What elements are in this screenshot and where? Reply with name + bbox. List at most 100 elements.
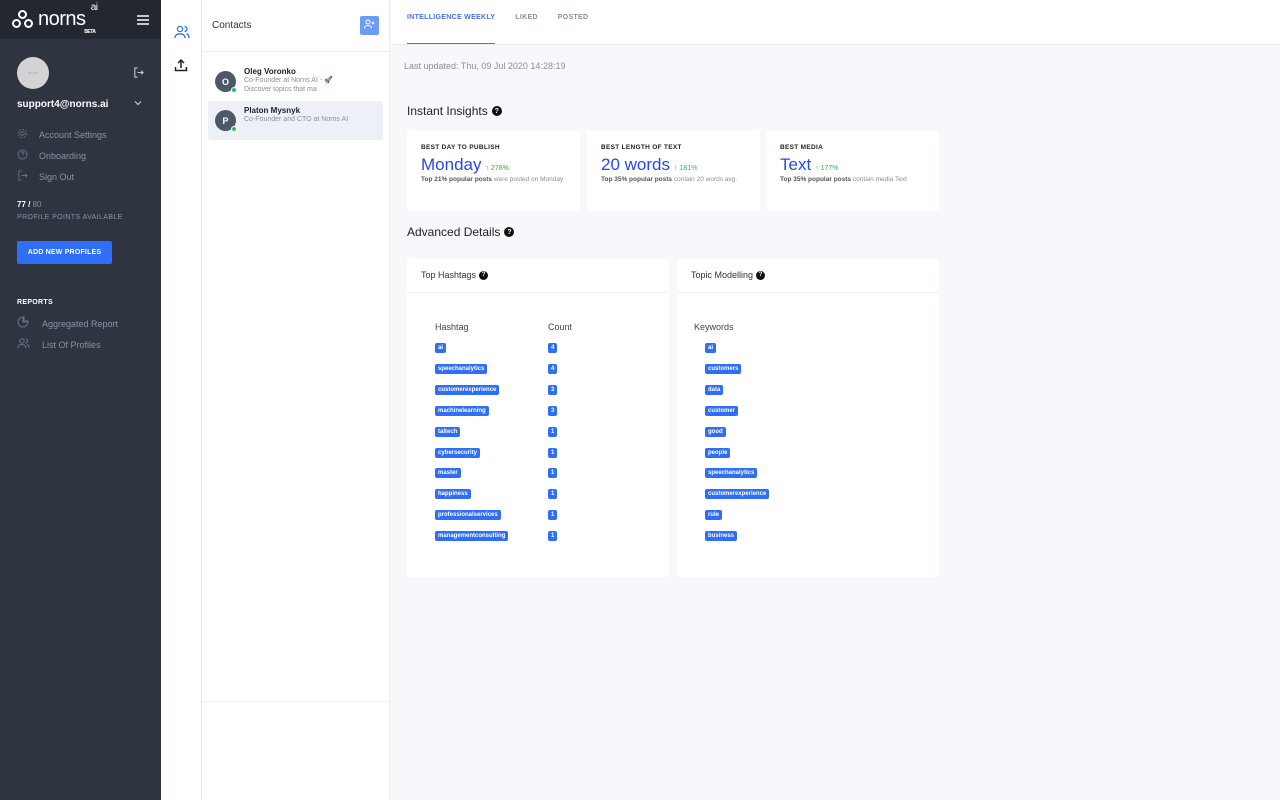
contact-item[interactable]: P Platon Mysnyk Co-Founder and CTO at No… (208, 101, 383, 140)
add-contact-button[interactable] (360, 16, 379, 35)
keyword-badge[interactable]: good (705, 426, 726, 437)
count-badge: 3 (548, 384, 558, 395)
top-hashtags-panel: Top Hashtags ? Hashtag Count ai 4 speechan… (407, 258, 669, 577)
brand-name: norns (38, 8, 86, 30)
card-value: 20 words (601, 155, 670, 174)
desc-bold: Top 21% popular posts (421, 176, 493, 183)
contacts-panel: Contacts O Oleg Voronko Co-Founder at No… (202, 0, 390, 800)
contact-avatar: P (215, 110, 237, 132)
tab-liked[interactable]: LIKED (515, 0, 538, 44)
hashtag-badge[interactable]: ai (435, 343, 447, 353)
hashtag-badge[interactable]: managementconsulting (435, 531, 509, 542)
menu-onboarding[interactable]: Onboarding (17, 145, 107, 166)
menu-aggregated-report[interactable]: Aggregated Report (17, 313, 118, 334)
menu-list-of-profiles[interactable]: List Of Profiles (17, 334, 118, 355)
contact-headline: Co-Founder and CTO at Norns AI (244, 116, 349, 123)
avatar-initial: O (221, 76, 229, 87)
hashtag-badge[interactable]: professionalservices (435, 510, 501, 521)
keyword-badge[interactable]: customerexperience (705, 489, 770, 500)
count-badge: 1 (548, 447, 558, 458)
count-badge: 1 (548, 426, 558, 437)
logout-icon[interactable] (133, 67, 144, 81)
user-email[interactable]: support4@norns.ai (17, 99, 108, 110)
hashtag-badge[interactable]: cybersecurity (435, 447, 481, 458)
keyword-badge[interactable]: business (705, 531, 738, 542)
add-new-profiles-button[interactable]: ADD NEW PROFILES (17, 241, 112, 264)
help-circle-icon (17, 148, 39, 163)
count-badge: 1 (548, 531, 558, 542)
count-badge: 1 (548, 468, 558, 479)
keyword-badge[interactable]: rule (705, 510, 723, 521)
keyword-badge[interactable]: data (705, 384, 724, 395)
help-icon[interactable]: ? (479, 270, 489, 280)
online-status-dot (231, 87, 237, 93)
keyword-badge[interactable]: customer (705, 405, 739, 416)
hashtag-badge[interactable]: speechanalytics (435, 363, 488, 374)
card-label: BEST LENGTH OF TEXT (601, 144, 682, 151)
contact-avatar: O (215, 71, 237, 93)
section-title: Advanced Details (407, 225, 501, 239)
card-description: Top 35% popular posts contain media Text (780, 175, 925, 185)
hashtag-badge[interactable]: master (435, 468, 461, 479)
main-content: INTELLIGENCE WEEKLY LIKED POSTED Last up… (391, 0, 1280, 800)
count-badge: 1 (548, 489, 558, 500)
desc-text: contain 20 words avg. (672, 176, 738, 183)
hashtag-badge[interactable]: happiness (435, 489, 471, 500)
hashtag-badge[interactable]: taltech (435, 426, 461, 437)
count-badge: 3 (548, 405, 558, 416)
points-separator: / (25, 200, 33, 209)
hashtag-badge[interactable]: customerexperience (435, 384, 500, 395)
column-header-keywords: Keywords (694, 322, 734, 332)
panel-title: Top Hashtags (421, 270, 477, 280)
desc-bold: Top 35% popular posts (780, 176, 852, 183)
count-badge: 4 (548, 343, 558, 353)
contacts-header: Contacts (202, 0, 389, 52)
tab-posted[interactable]: POSTED (558, 0, 589, 44)
count-badge: 4 (548, 363, 558, 374)
keyword-badge[interactable]: speechanalytics (705, 468, 758, 479)
column-header-count: Count (548, 322, 573, 332)
points-label: PROFILE POINTS AVAILABLE (17, 214, 123, 221)
contact-name: Platon Mysnyk (244, 106, 301, 115)
contact-item[interactable]: O Oleg Voronko Co-Founder at Norns AI - … (208, 62, 383, 101)
insight-card-best-media: BEST MEDIA Text ↑ 177% Top 35% popular po… (766, 130, 939, 211)
menu-label: List Of Profiles (42, 339, 101, 350)
menu-label: Aggregated Report (42, 318, 119, 329)
card-value: Monday (421, 155, 482, 174)
menu-label: Onboarding (39, 150, 87, 161)
tab-intelligence-weekly[interactable]: INTELLIGENCE WEEKLY (407, 0, 496, 44)
hamburger-menu-icon[interactable] (137, 13, 149, 27)
card-change: ↑ 181% (673, 165, 698, 172)
contact-headline-cont: Discover topics that ma (244, 86, 317, 93)
help-icon[interactable]: ? (756, 270, 766, 280)
keyword-badge[interactable]: customers (705, 363, 742, 374)
divider (202, 701, 390, 702)
card-change: ↑ 177% (815, 165, 839, 172)
reports-menu: Aggregated Report List Of Profiles (17, 313, 118, 355)
upload-icon[interactable] (174, 58, 190, 74)
help-icon[interactable]: ? (491, 106, 502, 116)
menu-sign-out[interactable]: Sign Out (17, 166, 107, 187)
desc-text: contain media Text (851, 176, 907, 183)
brand-suffix: ai (90, 2, 98, 13)
avatar[interactable]: 60 x 60 (17, 57, 49, 89)
chevron-down-icon[interactable] (134, 99, 142, 109)
keyword-badge[interactable]: people (705, 447, 731, 458)
account-menu: Account Settings Onboarding Sign Out (17, 124, 107, 187)
sidebar-header: norns ai BETA (0, 0, 161, 39)
menu-label: Account Settings (39, 129, 107, 140)
tab-bar: INTELLIGENCE WEEKLY LIKED POSTED (391, 0, 1280, 45)
logo[interactable]: norns ai BETA (12, 2, 98, 35)
keyword-badge[interactable]: ai (705, 343, 717, 353)
desc-bold: Top 35% popular posts (601, 176, 673, 183)
menu-account-settings[interactable]: Account Settings (17, 124, 107, 145)
card-label: BEST MEDIA (780, 144, 824, 151)
last-updated: Last updated: Thu, 09 Jul 2020 14:28:19 (404, 61, 566, 71)
contacts-icon[interactable] (174, 25, 190, 41)
card-value: Text (780, 155, 812, 174)
desc-text: were posted on Monday (492, 176, 564, 183)
help-icon[interactable]: ? (504, 227, 515, 237)
hashtag-badge[interactable]: machinelearning (435, 405, 489, 416)
count-badge: 1 (548, 510, 558, 521)
contact-headline: Co-Founder at Norns AI - 🚀 (244, 77, 333, 84)
